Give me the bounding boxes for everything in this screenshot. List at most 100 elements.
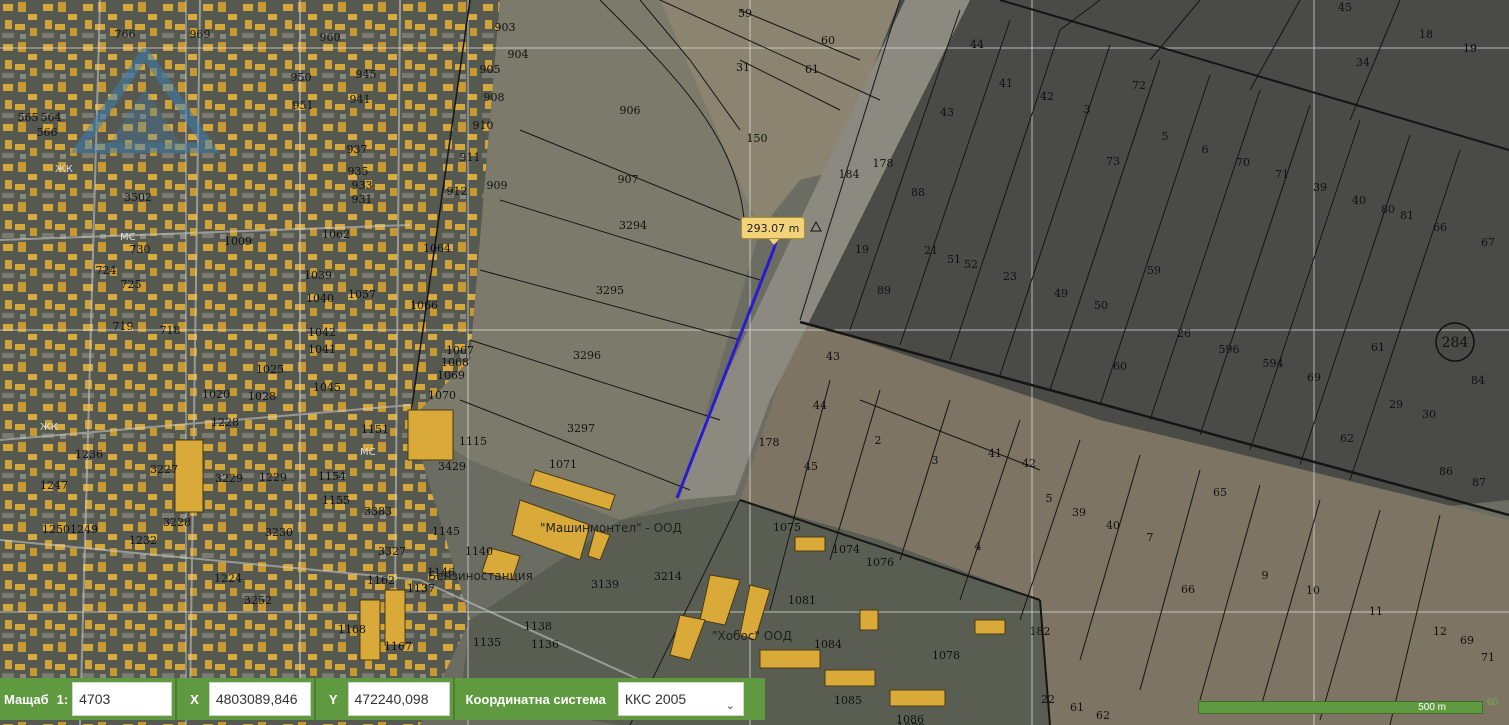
parcel-number: 49 (1054, 287, 1068, 300)
parcel-number: 1068 (441, 356, 469, 369)
coord-system-value: ККС 2005 (624, 691, 687, 707)
x-coord-label: X (190, 691, 199, 707)
parcel-number: 150 (747, 132, 768, 145)
parcel-number: 1135 (473, 636, 501, 649)
map-canvas[interactable]: 284 766 969 960903904905908910911912 909950… (0, 0, 1509, 725)
parcel-number: 22 (1041, 693, 1055, 706)
parcel-number: 1167 (384, 640, 412, 653)
parcel-number: 1057 (348, 288, 376, 301)
parcel-number: 40 (1352, 194, 1366, 207)
parcel-number: 912 (447, 185, 468, 198)
parcel-number: 29 (1389, 398, 1403, 411)
parcel-number: 1151 (361, 423, 389, 436)
parcel-number: 89 (877, 284, 891, 297)
scale-input[interactable]: 4703 (72, 682, 173, 716)
parcel-number: 19 (855, 243, 869, 256)
parcel-number: 62 (1340, 432, 1354, 445)
parcel-number: 951 (293, 99, 314, 112)
x-coord-field[interactable]: 4803089,846 (208, 682, 311, 716)
parcel-number: 39 (1313, 181, 1327, 194)
parcel-number: 1085 (834, 694, 862, 707)
y-coord-field[interactable]: 472240,098 (347, 682, 450, 716)
parcel-number: 21 (924, 244, 938, 257)
parcel-number: 937 (347, 143, 368, 156)
bottom-toolbar: Мащаб 1: 4703 X 4803089,846 Y 472240,098… (0, 678, 765, 720)
scale-prefix: 1: (56, 691, 69, 707)
scale-bar-edge-text: 60 (1487, 697, 1499, 708)
parcel-number: 65 (1213, 486, 1227, 499)
parcel-number: 1028 (248, 390, 276, 403)
parcel-number: 61 (1070, 701, 1084, 714)
parcel-number: 3230 (265, 526, 293, 539)
parcel-number: 69 (1307, 371, 1321, 384)
parcel-number: 10 (1306, 584, 1320, 597)
parcel-number: 909 (487, 179, 508, 192)
parcel-number: 725 (121, 278, 142, 291)
parcel-number: 766 (115, 28, 136, 41)
parcel-number: 935 (348, 165, 369, 178)
parcel-number: 19 (1463, 42, 1477, 55)
parcel-number: 41 (999, 77, 1013, 90)
parcel-number: 1064 (423, 242, 451, 255)
parcel-number: 178 (873, 157, 894, 170)
parcel-number: 908 (484, 91, 505, 104)
city-area (0, 0, 500, 725)
parcel-number: 69 (1460, 634, 1474, 647)
parcel-number: 1155 (322, 494, 350, 507)
parcel-number: 3502 (124, 191, 152, 204)
parcel-number: 66 (1181, 583, 1195, 596)
parcel-number: 1066 (410, 299, 438, 312)
parcel-number: 960 (320, 31, 341, 44)
parcel-number: 11 (1369, 605, 1383, 618)
parcel-number: 5 (1046, 492, 1053, 505)
parcel-number: 3327 (378, 545, 406, 558)
parcel-number: 84 (1471, 374, 1485, 387)
cadastral-map[interactable]: 284 766 969 960 903 904 905 908 910 911 912 909 950… (0, 0, 1509, 725)
parcel-number: 1039 (304, 269, 332, 282)
toolbar-separator (313, 678, 316, 720)
parcel-number: 52 (964, 258, 978, 271)
parcel-number: 1136 (531, 638, 559, 651)
parcel-number: 3214 (654, 570, 682, 583)
parcel-number: 3 (1084, 103, 1091, 116)
parcel-number: 1042 (308, 326, 336, 339)
parcel-number: 40 (1106, 519, 1120, 532)
coord-system-label: Координатна система (465, 691, 606, 707)
circled-parcel-number: 284 (1442, 335, 1469, 351)
parcel-number: 950 (291, 71, 312, 84)
parcel-number: 1162 (367, 574, 395, 587)
parcel-number: 71 (1275, 168, 1289, 181)
parcel-number: 44 (970, 38, 984, 51)
street-label-zhk: ЖК (55, 164, 73, 175)
parcel-number: 2 (875, 434, 882, 447)
parcel-number: 80 (1381, 203, 1395, 216)
parcel-number: 1040 (306, 292, 334, 305)
parcel-number: 1249 (70, 523, 98, 536)
parcel-number: 184 (839, 168, 860, 181)
parcel-number: 1009 (224, 235, 252, 248)
parcel-number: 1069 (437, 369, 465, 382)
coord-system-select[interactable]: ККС 2005 ⌄ (617, 682, 744, 716)
parcel-number: 1041 (308, 343, 336, 356)
parcel-number: 42 (1022, 457, 1036, 470)
parcel-number: 1074 (832, 543, 860, 556)
parcel-number: 911 (460, 151, 481, 164)
parcel-number: 3429 (438, 460, 466, 473)
parcel-number: 1247 (40, 479, 68, 492)
parcel-number: 66 (1433, 221, 1447, 234)
parcel-number: 903 (495, 21, 516, 34)
parcel-number: 945 (356, 68, 377, 81)
parcel-number: 42 (1040, 90, 1054, 103)
parcel-number: 1229 (259, 471, 287, 484)
parcel-number: 3294 (619, 219, 647, 232)
measurement-tooltip: 293.07 m (741, 217, 805, 245)
scale-bar-label: 500 m (1418, 702, 1446, 713)
parcel-number: 1154 (318, 470, 346, 483)
parcel-number: 3227 (150, 463, 178, 476)
parcel-number: 30 (1422, 408, 1436, 421)
parcel-number: 1250 (42, 523, 70, 536)
parcel-number: 18 (1419, 28, 1433, 41)
parcel-number: 6 (1202, 143, 1209, 156)
parcel-number: 931 (352, 193, 373, 206)
parcel-number: 1045 (313, 381, 341, 394)
